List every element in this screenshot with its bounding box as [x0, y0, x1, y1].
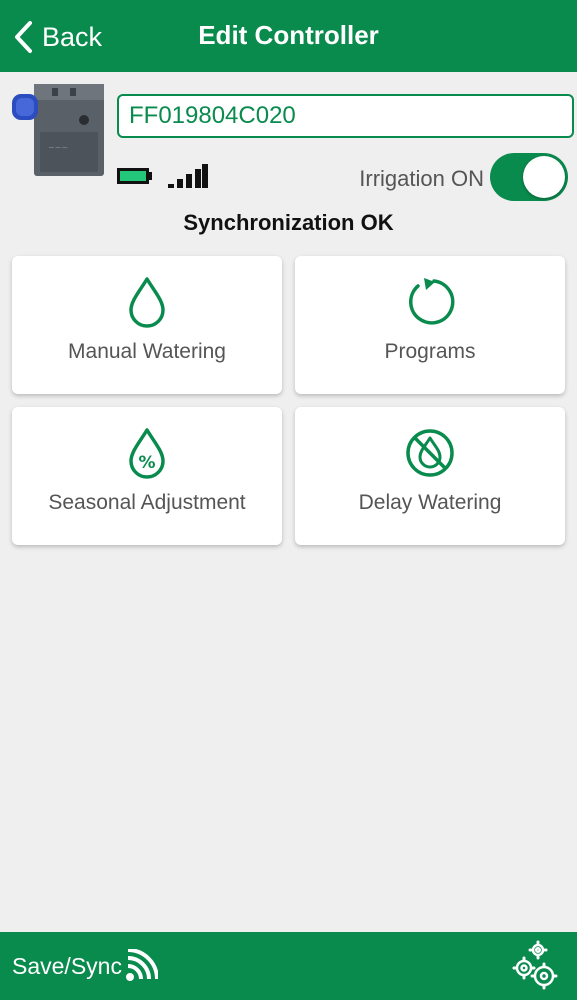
page-title: Edit Controller: [198, 20, 379, 50]
wireless-icon: [125, 949, 158, 981]
manual-watering-label: Manual Watering: [68, 340, 226, 363]
irrigation-label: Irrigation ON: [359, 166, 484, 191]
seasonal-adjustment-label: Seasonal Adjustment: [48, 491, 246, 514]
delay-watering-label: Delay Watering: [358, 491, 502, 514]
delay-watering-tile[interactable]: Delay Watering: [295, 407, 565, 545]
water-drop-icon: [129, 277, 165, 328]
seasonal-adjustment-tile[interactable]: % Seasonal Adjustment: [12, 407, 282, 545]
signal-strength-icon: [168, 164, 208, 188]
programs-label: Programs: [384, 340, 476, 363]
controller-name-input[interactable]: [117, 94, 574, 138]
save-sync-button[interactable]: Save/Sync: [12, 948, 158, 984]
svg-text:~~~: ~~~: [48, 143, 68, 152]
svg-text:%: %: [138, 453, 155, 473]
refresh-cycle-icon: [409, 278, 455, 325]
controller-device-image: ~~~: [12, 84, 104, 176]
sync-status: Synchronization OK: [183, 210, 394, 235]
percent-drop-icon: %: [129, 428, 165, 479]
irrigation-toggle[interactable]: [490, 153, 568, 201]
gears-icon[interactable]: [508, 940, 560, 992]
manual-watering-tile[interactable]: Manual Watering: [12, 256, 282, 394]
battery-full-icon: [117, 168, 152, 184]
toggle-knob: [523, 156, 565, 198]
programs-tile[interactable]: Programs: [295, 256, 565, 394]
save-sync-label: Save/Sync: [12, 952, 122, 979]
no-water-icon: [406, 429, 454, 477]
footer-bar: Save/Sync: [0, 932, 577, 1000]
header-bar: Back Edit Controller: [0, 0, 577, 72]
